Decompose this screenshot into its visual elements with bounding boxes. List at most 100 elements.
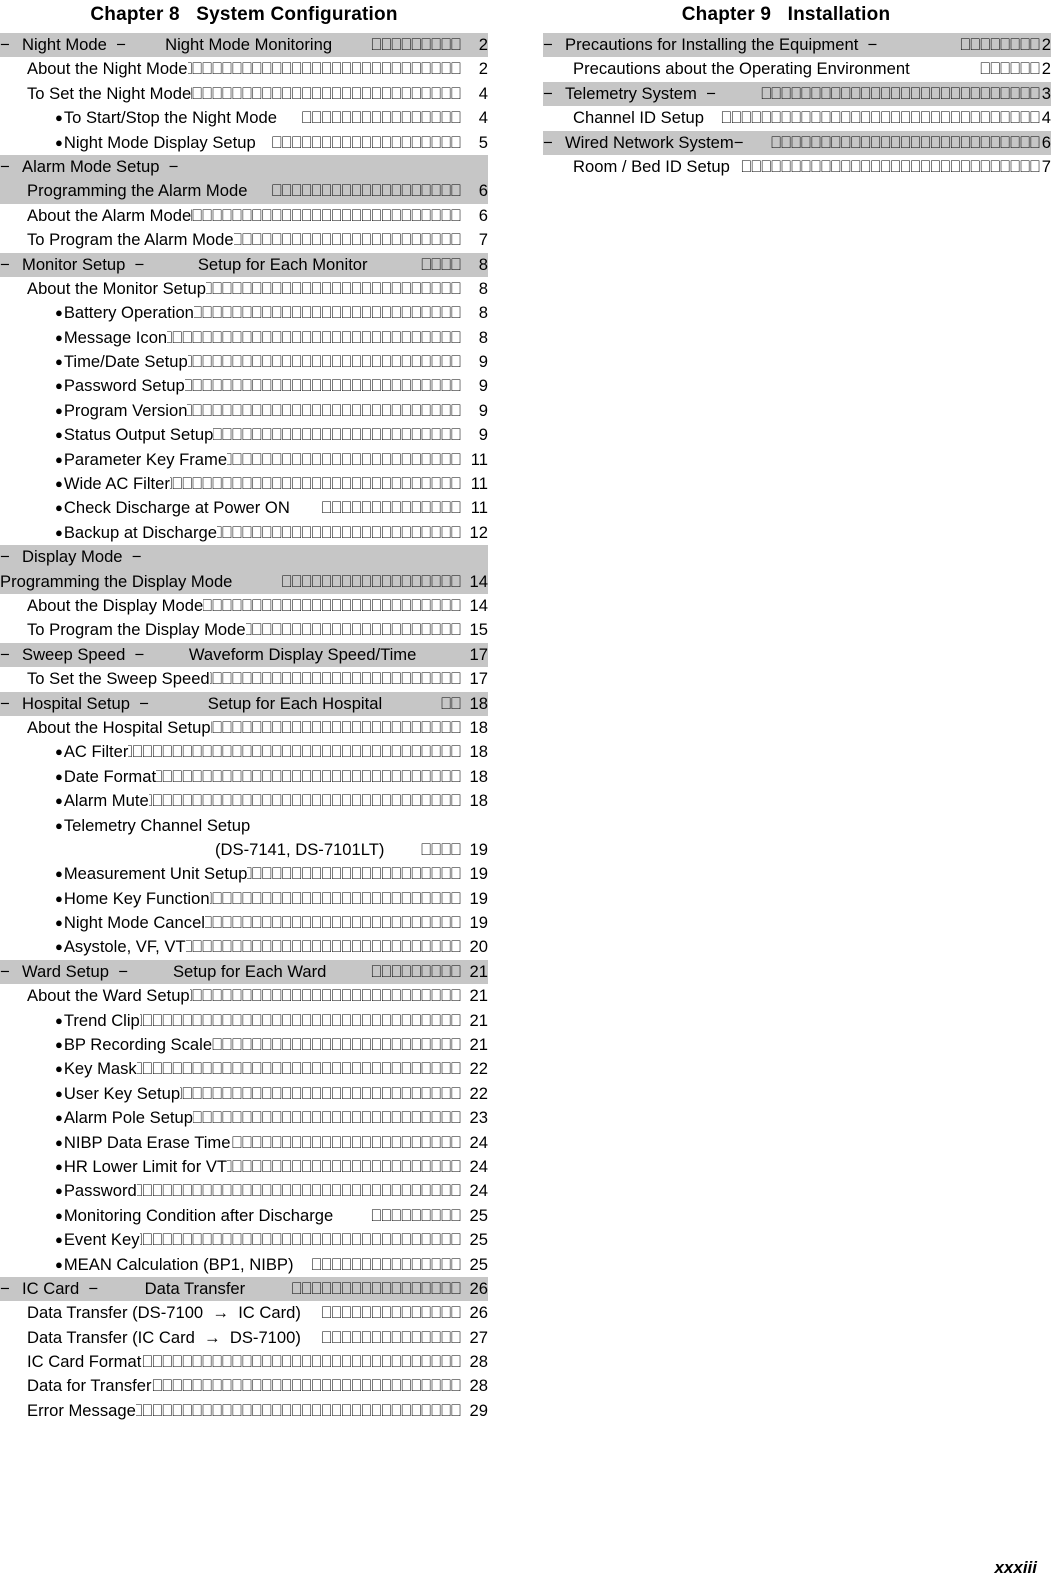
toc-entry[interactable]: To Program the Display Mode ⎕⎕⎕⎕⎕⎕⎕⎕⎕⎕⎕⎕⎕… <box>0 618 488 642</box>
toc-entry[interactable]: To Program the Alarm Mode ⎕⎕⎕⎕⎕⎕⎕⎕⎕⎕⎕⎕⎕⎕⎕… <box>0 228 488 252</box>
bullet-icon: ● <box>55 1256 63 1272</box>
toc-entry[interactable]: − IC Card − Data Transfer ⎕⎕⎕⎕⎕⎕⎕⎕⎕⎕⎕⎕⎕⎕⎕⎕⎕… <box>0 1276 488 1302</box>
toc-page-number: 17 <box>469 669 488 689</box>
toc-entry[interactable]: About the Night Mode ⎕⎕⎕⎕⎕⎕⎕⎕⎕⎕⎕⎕⎕⎕⎕⎕⎕⎕⎕⎕… <box>0 57 488 81</box>
leader-dots: ⎕⎕⎕⎕⎕⎕⎕⎕⎕⎕⎕⎕⎕⎕⎕⎕⎕⎕⎕⎕⎕⎕⎕⎕⎕⎕⎕⎕⎕⎕ <box>193 303 461 323</box>
toc-entry[interactable]: − Monitor Setup − Setup for Each Monitor ⎕⎕… <box>0 252 488 277</box>
toc-entry[interactable]: − Night Mode − Night Mode Monitoring ⎕⎕⎕⎕⎕⎕… <box>0 33 488 58</box>
leader-dots: ⎕⎕⎕⎕⎕⎕⎕⎕⎕⎕⎕⎕⎕⎕⎕⎕⎕⎕⎕⎕⎕⎕⎕⎕⎕⎕ <box>204 913 461 933</box>
toc-entry-label: Programming the Display Mode <box>0 571 233 591</box>
toc-entry[interactable]: ● Wide AC Filter ⎕⎕⎕⎕⎕⎕⎕⎕⎕⎕⎕⎕⎕⎕⎕⎕⎕⎕⎕⎕⎕⎕⎕⎕⎕… <box>0 472 488 496</box>
toc-entry[interactable]: Channel ID Setup ⎕⎕⎕⎕⎕⎕⎕⎕⎕⎕⎕⎕⎕⎕⎕⎕⎕⎕⎕⎕⎕⎕⎕⎕… <box>543 106 1051 130</box>
toc-entry[interactable]: About the Display Mode ⎕⎕⎕⎕⎕⎕⎕⎕⎕⎕⎕⎕⎕⎕⎕⎕⎕⎕… <box>0 594 488 618</box>
bullet-icon: ● <box>55 793 63 809</box>
toc-entry-label: MEAN Calculation (BP1, NIBP) <box>63 1254 294 1274</box>
toc-entry[interactable]: ● To Start/Stop the Night Mode ⎕⎕⎕⎕⎕⎕⎕⎕⎕⎕⎕… <box>0 106 488 130</box>
toc-entry[interactable]: Data Transfer (IC Card → DS-7100) ⎕⎕⎕⎕⎕⎕⎕… <box>0 1326 488 1350</box>
toc-entry[interactable]: ● Check Discharge at Power ON ⎕⎕⎕⎕⎕⎕⎕⎕⎕⎕⎕⎕… <box>0 496 488 520</box>
toc-entry[interactable]: − Sweep Speed − Waveform Display Speed/Tim… <box>0 642 488 668</box>
toc-entry[interactable]: − Wired Network System− ⎕⎕⎕⎕⎕⎕⎕⎕⎕⎕⎕⎕⎕⎕⎕⎕⎕⎕… <box>543 130 1051 155</box>
toc-page-number: 7 <box>478 230 488 250</box>
toc-page-number: 19 <box>469 888 488 908</box>
toc-entry[interactable]: ● Measurement Unit Setup ⎕⎕⎕⎕⎕⎕⎕⎕⎕⎕⎕⎕⎕⎕⎕⎕⎕… <box>0 862 488 886</box>
leader-dots: ⎕⎕⎕⎕⎕⎕⎕⎕⎕⎕⎕⎕⎕⎕⎕⎕⎕⎕⎕⎕⎕⎕⎕⎕⎕⎕⎕⎕⎕⎕ <box>189 986 461 1006</box>
toc-entry[interactable]: About the Monitor Setup ⎕⎕⎕⎕⎕⎕⎕⎕⎕⎕⎕⎕⎕⎕⎕⎕⎕… <box>0 277 488 301</box>
toc-entry[interactable]: Data for Transfer ⎕⎕⎕⎕⎕⎕⎕⎕⎕⎕⎕⎕⎕⎕⎕⎕⎕⎕⎕⎕⎕⎕⎕… <box>0 1374 488 1398</box>
toc-entry[interactable]: ● Monitoring Condition after Discharge ⎕⎕⎕… <box>0 1204 488 1228</box>
toc-entry[interactable]: ● HR Lower Limit for VT ⎕⎕⎕⎕⎕⎕⎕⎕⎕⎕⎕⎕⎕⎕⎕⎕⎕⎕… <box>0 1155 488 1179</box>
leader-dots: ⎕⎕⎕⎕⎕⎕⎕⎕⎕⎕⎕⎕⎕⎕⎕⎕⎕⎕⎕⎕⎕⎕⎕⎕⎕⎕⎕⎕⎕⎕⎕⎕⎕⎕ <box>139 1010 461 1030</box>
toc-entry[interactable]: ● Trend Clip ⎕⎕⎕⎕⎕⎕⎕⎕⎕⎕⎕⎕⎕⎕⎕⎕⎕⎕⎕⎕⎕⎕⎕⎕⎕⎕⎕⎕⎕… <box>0 1009 488 1033</box>
toc-entry[interactable]: ● Asystole, VF, VT ⎕⎕⎕⎕⎕⎕⎕⎕⎕⎕⎕⎕⎕⎕⎕⎕⎕⎕⎕⎕⎕⎕⎕… <box>0 935 488 959</box>
toc-entry[interactable]: IC Card Format ⎕⎕⎕⎕⎕⎕⎕⎕⎕⎕⎕⎕⎕⎕⎕⎕⎕⎕⎕⎕⎕⎕⎕⎕⎕⎕… <box>0 1350 488 1374</box>
toc-entry-label: To Program the Display Mode <box>27 620 246 640</box>
toc-page-number: 8 <box>478 278 488 298</box>
bullet-icon: ● <box>55 1110 63 1126</box>
toc-entry[interactable]: ● Date Format ⎕⎕⎕⎕⎕⎕⎕⎕⎕⎕⎕⎕⎕⎕⎕⎕⎕⎕⎕⎕⎕⎕⎕⎕⎕⎕⎕⎕… <box>0 765 488 789</box>
toc-page-number: 14 <box>469 571 488 591</box>
toc-entry[interactable]: ● Battery Operation ⎕⎕⎕⎕⎕⎕⎕⎕⎕⎕⎕⎕⎕⎕⎕⎕⎕⎕⎕⎕⎕⎕… <box>0 301 488 325</box>
leader-dots: ⎕⎕⎕⎕⎕⎕⎕⎕⎕⎕⎕⎕⎕⎕⎕⎕⎕⎕⎕ <box>271 181 461 201</box>
toc-entry[interactable]: ● Alarm Mute ⎕⎕⎕⎕⎕⎕⎕⎕⎕⎕⎕⎕⎕⎕⎕⎕⎕⎕⎕⎕⎕⎕⎕⎕⎕⎕⎕⎕⎕… <box>0 789 488 813</box>
toc-entry-subtitle: Setup for Each Hospital <box>207 693 383 713</box>
toc-entry[interactable]: ● Program Version ⎕⎕⎕⎕⎕⎕⎕⎕⎕⎕⎕⎕⎕⎕⎕⎕⎕⎕⎕⎕⎕⎕⎕⎕… <box>0 399 488 423</box>
toc-entry[interactable]: − Hospital Setup − Setup for Each Hospital… <box>0 691 488 716</box>
toc-entry[interactable]: − Alarm Mode Setup − <box>0 154 488 180</box>
toc-entry[interactable]: − Precautions for Installing the Equipmen… <box>543 33 1051 58</box>
toc-entry[interactable]: About the Ward Setup ⎕⎕⎕⎕⎕⎕⎕⎕⎕⎕⎕⎕⎕⎕⎕⎕⎕⎕⎕⎕… <box>0 984 488 1008</box>
leader-dots: ⎕⎕⎕⎕⎕⎕⎕⎕⎕⎕⎕⎕⎕⎕⎕⎕⎕⎕⎕⎕⎕⎕⎕⎕ <box>227 1156 461 1176</box>
leader-dots: ⎕⎕⎕⎕⎕⎕⎕⎕⎕⎕⎕⎕⎕⎕⎕⎕⎕⎕⎕ <box>271 132 461 152</box>
toc-entry[interactable]: ● Backup at Discharge ⎕⎕⎕⎕⎕⎕⎕⎕⎕⎕⎕⎕⎕⎕⎕⎕⎕⎕⎕⎕… <box>0 521 488 545</box>
toc-entry[interactable]: − Ward Setup − Setup for Each Ward ⎕⎕⎕⎕⎕⎕⎕⎕… <box>0 959 488 985</box>
toc-entry[interactable]: ● AC Filter ⎕⎕⎕⎕⎕⎕⎕⎕⎕⎕⎕⎕⎕⎕⎕⎕⎕⎕⎕⎕⎕⎕⎕⎕⎕⎕⎕⎕⎕⎕… <box>0 740 488 764</box>
section-dash-icon: − <box>0 254 10 274</box>
bullet-icon: ● <box>55 890 63 906</box>
toc-entry[interactable]: ● Time/Date Setup ⎕⎕⎕⎕⎕⎕⎕⎕⎕⎕⎕⎕⎕⎕⎕⎕⎕⎕⎕⎕⎕⎕⎕⎕… <box>0 350 488 374</box>
toc-entry[interactable]: Programming the Display Mode ⎕⎕⎕⎕⎕⎕⎕⎕⎕⎕⎕⎕… <box>0 569 488 594</box>
toc-entry[interactable]: Error Message ⎕⎕⎕⎕⎕⎕⎕⎕⎕⎕⎕⎕⎕⎕⎕⎕⎕⎕⎕⎕⎕⎕⎕⎕⎕⎕⎕… <box>0 1399 488 1423</box>
leader-dots: ⎕⎕⎕⎕⎕⎕⎕⎕⎕⎕⎕⎕⎕⎕⎕⎕⎕⎕⎕⎕⎕⎕⎕⎕⎕⎕⎕⎕⎕⎕ <box>741 156 1040 176</box>
toc-entry[interactable]: Precautions about the Operating Environm… <box>543 57 1051 81</box>
toc-entry[interactable]: To Set the Sweep Speed ⎕⎕⎕⎕⎕⎕⎕⎕⎕⎕⎕⎕⎕⎕⎕⎕⎕⎕… <box>0 667 488 691</box>
toc-entry[interactable]: ● Night Mode Cancel ⎕⎕⎕⎕⎕⎕⎕⎕⎕⎕⎕⎕⎕⎕⎕⎕⎕⎕⎕⎕⎕⎕… <box>0 911 488 935</box>
toc-entry[interactable]: Programming the Alarm Mode ⎕⎕⎕⎕⎕⎕⎕⎕⎕⎕⎕⎕⎕⎕… <box>0 179 488 204</box>
toc-entry[interactable]: ● BP Recording Scale ⎕⎕⎕⎕⎕⎕⎕⎕⎕⎕⎕⎕⎕⎕⎕⎕⎕⎕⎕⎕⎕… <box>0 1033 488 1057</box>
toc-entry[interactable]: (DS-7141, DS-7101LT) ⎕⎕⎕⎕ 19 <box>0 838 488 862</box>
chapter-heading-right: Chapter 9 Installation <box>681 4 891 25</box>
toc-entry[interactable]: Data Transfer (DS-7100 → IC Card) ⎕⎕⎕⎕⎕⎕⎕… <box>0 1301 488 1325</box>
toc-entry[interactable]: ● Password Setup ⎕⎕⎕⎕⎕⎕⎕⎕⎕⎕⎕⎕⎕⎕⎕⎕⎕⎕⎕⎕⎕⎕⎕⎕⎕… <box>0 374 488 398</box>
toc-entry[interactable]: ● Message Icon ⎕⎕⎕⎕⎕⎕⎕⎕⎕⎕⎕⎕⎕⎕⎕⎕⎕⎕⎕⎕⎕⎕⎕⎕⎕⎕⎕… <box>0 326 488 350</box>
toc-page-number: 8 <box>478 303 488 323</box>
toc-entry-subtitle: Setup for Each Monitor <box>197 254 368 274</box>
toc-entry[interactable]: ● Status Output Setup ⎕⎕⎕⎕⎕⎕⎕⎕⎕⎕⎕⎕⎕⎕⎕⎕⎕⎕⎕⎕… <box>0 423 488 447</box>
toc-entry[interactable]: Room / Bed ID Setup ⎕⎕⎕⎕⎕⎕⎕⎕⎕⎕⎕⎕⎕⎕⎕⎕⎕⎕⎕⎕⎕… <box>543 155 1051 179</box>
toc-entry[interactable]: About the Hospital Setup ⎕⎕⎕⎕⎕⎕⎕⎕⎕⎕⎕⎕⎕⎕⎕⎕… <box>0 716 488 740</box>
toc-entry[interactable]: ● Alarm Pole Setup ⎕⎕⎕⎕⎕⎕⎕⎕⎕⎕⎕⎕⎕⎕⎕⎕⎕⎕⎕⎕⎕⎕⎕… <box>0 1106 488 1130</box>
toc-entry[interactable]: ● Night Mode Display Setup ⎕⎕⎕⎕⎕⎕⎕⎕⎕⎕⎕⎕⎕⎕⎕… <box>0 131 488 155</box>
toc-entry[interactable]: To Set the Night Mode ⎕⎕⎕⎕⎕⎕⎕⎕⎕⎕⎕⎕⎕⎕⎕⎕⎕⎕⎕… <box>0 82 488 106</box>
toc-entry[interactable]: ● Password ⎕⎕⎕⎕⎕⎕⎕⎕⎕⎕⎕⎕⎕⎕⎕⎕⎕⎕⎕⎕⎕⎕⎕⎕⎕⎕⎕⎕⎕⎕⎕… <box>0 1179 488 1203</box>
toc-list-left: − Night Mode − Night Mode Monitoring ⎕⎕⎕⎕⎕⎕… <box>0 33 488 1423</box>
leader-dots: ⎕⎕⎕⎕⎕⎕⎕⎕⎕⎕⎕⎕⎕⎕⎕⎕⎕⎕⎕⎕⎕⎕⎕ <box>245 620 461 640</box>
toc-entry[interactable]: − Display Mode − <box>0 545 488 570</box>
toc-entry[interactable]: ● MEAN Calculation (BP1, NIBP) ⎕⎕⎕⎕⎕⎕⎕⎕⎕⎕⎕… <box>0 1253 488 1277</box>
toc-entry-label: Data for Transfer <box>27 1376 152 1396</box>
toc-entry-label: NIBP Data Erase Time <box>63 1132 231 1152</box>
toc-entry[interactable]: ● Event Key ⎕⎕⎕⎕⎕⎕⎕⎕⎕⎕⎕⎕⎕⎕⎕⎕⎕⎕⎕⎕⎕⎕⎕⎕⎕⎕⎕⎕⎕⎕… <box>0 1228 488 1252</box>
toc-entry[interactable]: − Telemetry System − ⎕⎕⎕⎕⎕⎕⎕⎕⎕⎕⎕⎕⎕⎕⎕⎕⎕⎕⎕⎕⎕… <box>543 81 1051 107</box>
toc-entry-label: Trend Clip <box>63 1010 140 1030</box>
bullet-icon: ● <box>55 305 63 321</box>
toc-entry[interactable]: ● Key Mask ⎕⎕⎕⎕⎕⎕⎕⎕⎕⎕⎕⎕⎕⎕⎕⎕⎕⎕⎕⎕⎕⎕⎕⎕⎕⎕⎕⎕⎕⎕⎕… <box>0 1057 488 1081</box>
toc-entry-label: Night Mode Cancel <box>63 913 205 933</box>
toc-entry[interactable]: ● Parameter Key Frame ⎕⎕⎕⎕⎕⎕⎕⎕⎕⎕⎕⎕⎕⎕⎕⎕⎕⎕⎕⎕… <box>0 448 488 472</box>
toc-entry[interactable]: ● User Key Setup ⎕⎕⎕⎕⎕⎕⎕⎕⎕⎕⎕⎕⎕⎕⎕⎕⎕⎕⎕⎕⎕⎕⎕⎕⎕… <box>0 1082 488 1106</box>
toc-entry[interactable]: About the Alarm Mode ⎕⎕⎕⎕⎕⎕⎕⎕⎕⎕⎕⎕⎕⎕⎕⎕⎕⎕⎕⎕… <box>0 204 488 228</box>
toc-entry-label: About the Night Mode <box>27 59 188 79</box>
leader-dots: ⎕⎕⎕⎕⎕⎕⎕⎕⎕⎕⎕⎕⎕⎕⎕⎕⎕⎕⎕⎕⎕⎕⎕⎕⎕⎕⎕⎕⎕⎕ <box>205 278 461 298</box>
toc-entry-label: Status Output Setup <box>63 425 214 445</box>
leader-dots: ⎕⎕⎕⎕⎕⎕⎕⎕⎕⎕⎕⎕⎕⎕⎕⎕⎕⎕⎕⎕⎕⎕⎕⎕⎕ <box>227 449 461 469</box>
toc-entry[interactable]: ● Home Key Function ⎕⎕⎕⎕⎕⎕⎕⎕⎕⎕⎕⎕⎕⎕⎕⎕⎕⎕⎕⎕⎕⎕… <box>0 887 488 911</box>
toc-page-number: 19 <box>469 839 488 859</box>
toc-entry[interactable]: ● NIBP Data Erase Time ⎕⎕⎕⎕⎕⎕⎕⎕⎕⎕⎕⎕⎕⎕⎕⎕⎕⎕⎕… <box>0 1131 488 1155</box>
toc-entry[interactable]: ● Telemetry Channel Setup <box>0 814 488 838</box>
